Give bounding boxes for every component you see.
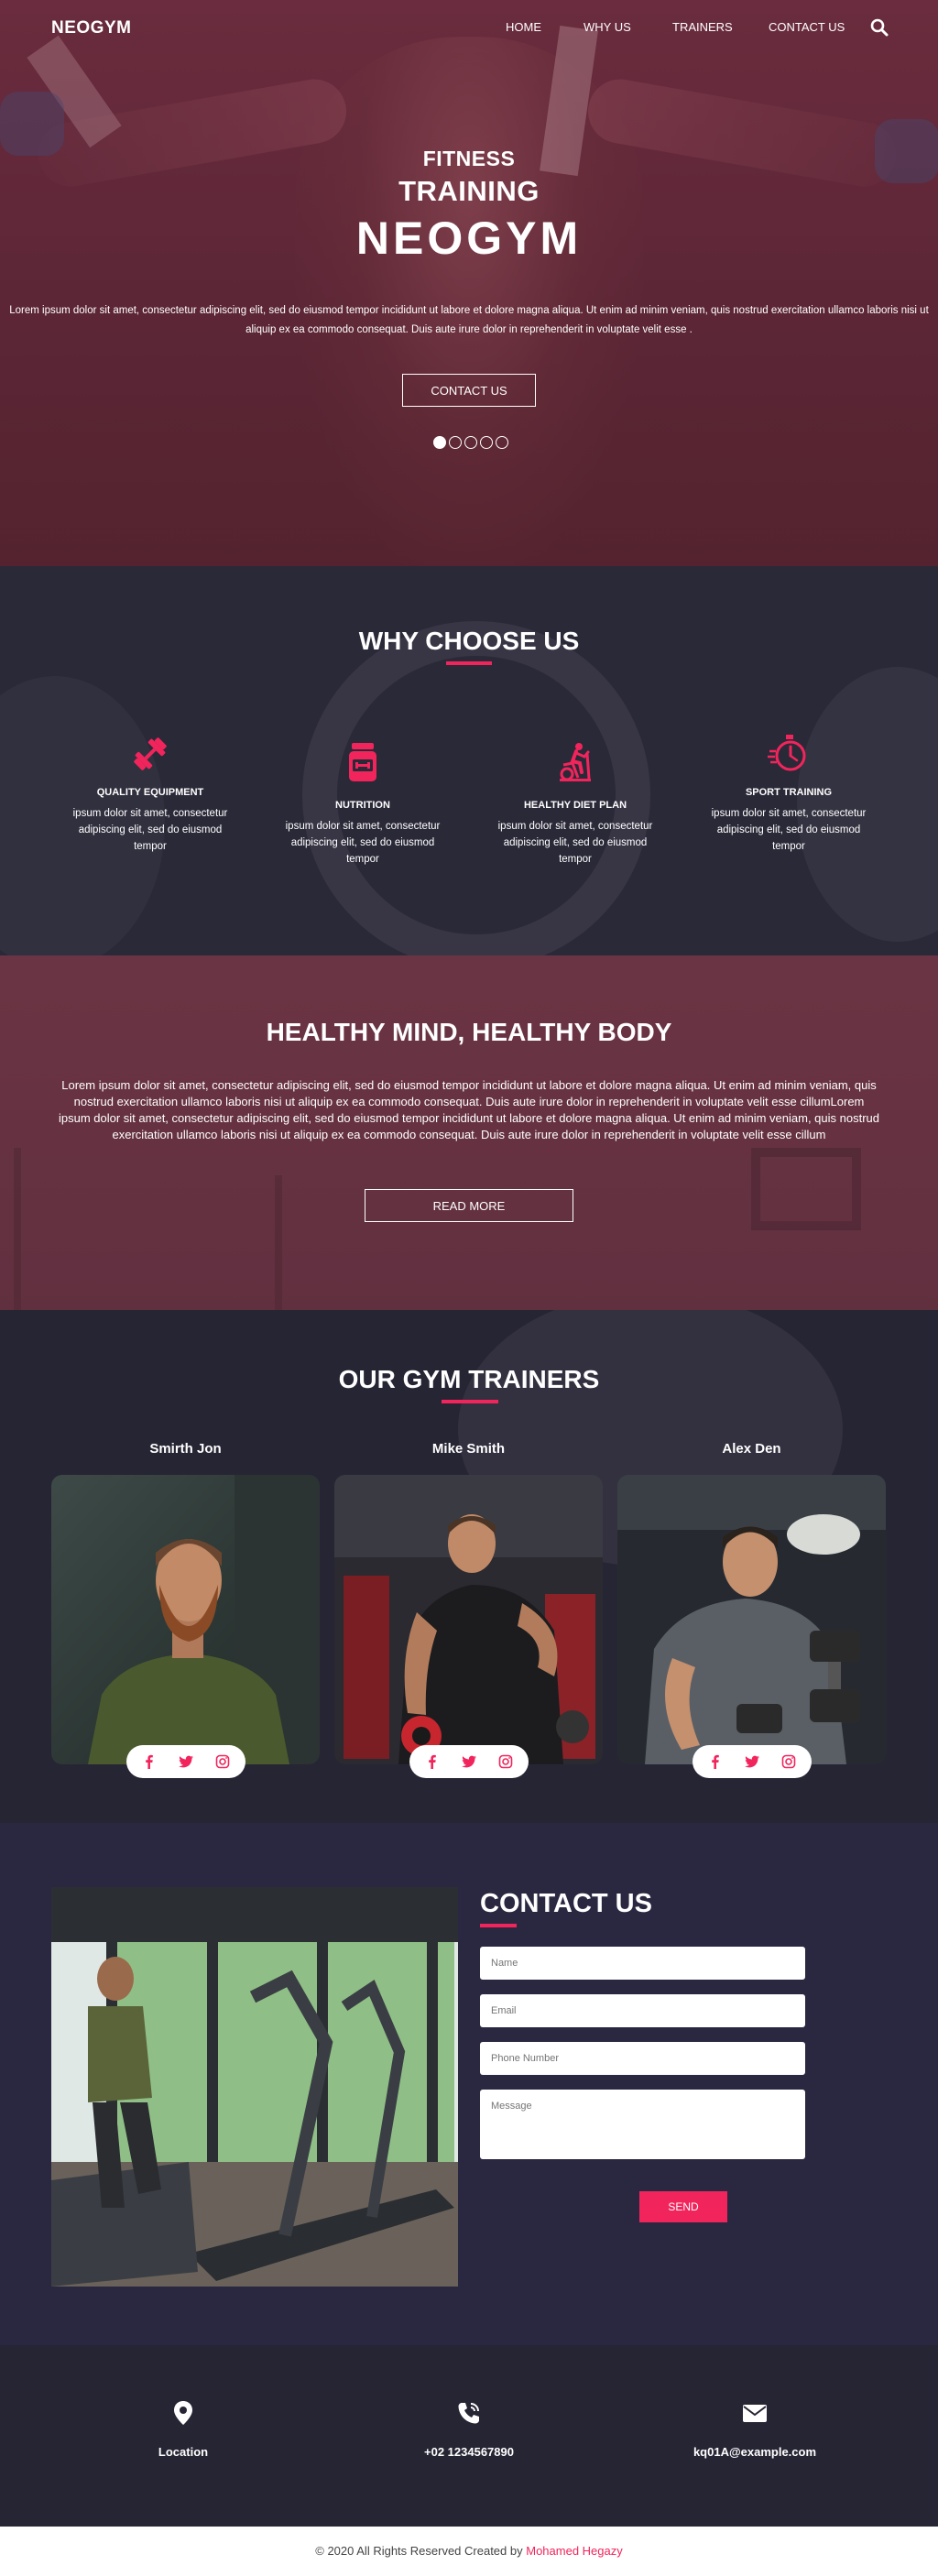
navbar: NEOGYM HOME WHY US TRAINERS CONTACT US bbox=[0, 0, 938, 57]
phone-input[interactable] bbox=[480, 2042, 805, 2075]
message-textarea[interactable] bbox=[480, 2090, 805, 2159]
nav-home[interactable]: HOME bbox=[506, 20, 541, 34]
why-choose-us-section: WHY CHOOSE US QUALITY EQUIPMENT ipsum do… bbox=[0, 566, 938, 955]
healthy-description: Lorem ipsum dolor sit amet, consectetur … bbox=[58, 1078, 880, 1141]
trainer-photo-image bbox=[51, 1475, 320, 1764]
logo[interactable]: NEOGYM bbox=[51, 18, 131, 38]
healthy-mind-section: HEALTHY MIND, HEALTHY BODY Lorem ipsum d… bbox=[0, 955, 938, 1310]
dumbbell-icon bbox=[134, 737, 167, 770]
feature-description: ipsum dolor sit amet, consectetur adipis… bbox=[497, 821, 653, 865]
stopwatch-icon bbox=[768, 735, 806, 771]
twitter-icon[interactable] bbox=[745, 1754, 759, 1769]
info-phone: +02 1234567890 bbox=[354, 2400, 584, 2459]
nav-why-us[interactable]: WHY US bbox=[584, 20, 631, 34]
contact-section: CONTACT US bbox=[0, 1823, 938, 2345]
facebook-icon[interactable] bbox=[425, 1754, 440, 1769]
twitter-icon[interactable] bbox=[462, 1754, 476, 1769]
feature-title: NUTRITION bbox=[335, 800, 390, 811]
title-underline bbox=[480, 1924, 517, 1927]
title-underline bbox=[442, 1400, 498, 1403]
trainers-section: OUR GYM TRAINERS Smirth Jon Mike Smith A… bbox=[0, 1310, 938, 1823]
info-location: Location bbox=[69, 2400, 298, 2459]
hero-section: NEOGYM HOME WHY US TRAINERS CONTACT US F… bbox=[0, 0, 938, 566]
instagram-icon[interactable] bbox=[215, 1754, 230, 1769]
contact-photo bbox=[51, 1887, 458, 2287]
instagram-icon[interactable] bbox=[498, 1754, 513, 1769]
slider-dot-2[interactable] bbox=[449, 436, 462, 449]
trainer-social-bar bbox=[409, 1745, 529, 1778]
contact-title: CONTACT US bbox=[480, 1889, 652, 1918]
trainers-title: OUR GYM TRAINERS bbox=[338, 1365, 600, 1393]
feature-sport-training: SPORT TRAINING ipsum dolor sit amet, con… bbox=[702, 733, 876, 855]
healthy-title: HEALTHY MIND, HEALTHY BODY bbox=[266, 1018, 672, 1046]
feature-title: QUALITY EQUIPMENT bbox=[96, 787, 204, 798]
name-input[interactable] bbox=[480, 1947, 805, 1980]
read-more-button[interactable]: READ MORE bbox=[365, 1189, 573, 1222]
nav-trainers[interactable]: TRAINERS bbox=[672, 20, 733, 34]
feature-title: SPORT TRAINING bbox=[745, 787, 833, 798]
trainer-photo-image bbox=[334, 1475, 603, 1764]
title-underline bbox=[446, 661, 492, 665]
slider-dot-3[interactable] bbox=[464, 436, 477, 449]
feature-healthy-diet-plan: HEALTHY DIET PLAN ipsum dolor sit amet, … bbox=[488, 737, 662, 868]
hero-line-training: TRAINING bbox=[398, 175, 540, 207]
slider-dot-1[interactable] bbox=[433, 436, 446, 449]
phone-call-icon bbox=[458, 2403, 479, 2424]
trainer-photo[interactable] bbox=[51, 1475, 320, 1764]
trainer-name: Smirth Jon bbox=[149, 1441, 222, 1457]
slider-dots bbox=[433, 436, 508, 449]
slider-dot-4[interactable] bbox=[480, 436, 493, 449]
treadmill-image bbox=[51, 1887, 458, 2287]
hero-line-fitness: FITNESS bbox=[422, 147, 516, 170]
hero-contact-button[interactable]: CONTACT US bbox=[402, 374, 536, 407]
info-email: kq01A@example.com bbox=[640, 2400, 869, 2459]
trainer-social-bar bbox=[693, 1745, 812, 1778]
trainer-name: Mike Smith bbox=[431, 1441, 506, 1457]
phone-label[interactable]: +02 1234567890 bbox=[354, 2445, 584, 2459]
feature-nutrition: NUTRITION ipsum dolor sit amet, consecte… bbox=[276, 737, 450, 868]
facebook-icon[interactable] bbox=[708, 1754, 723, 1769]
email-label[interactable]: kq01A@example.com bbox=[640, 2445, 869, 2459]
hero-line-brand: NEOGYM bbox=[355, 213, 583, 264]
feature-description: ipsum dolor sit amet, consectetur adipis… bbox=[711, 808, 867, 852]
location-pin-icon bbox=[174, 2401, 192, 2425]
send-button[interactable]: SEND bbox=[639, 2191, 727, 2222]
exercise-bike-icon bbox=[560, 743, 591, 781]
hero-heading: FITNESS TRAINING NEOGYM bbox=[0, 147, 938, 265]
feature-title: HEALTHY DIET PLAN bbox=[523, 800, 627, 811]
why-title: WHY CHOOSE US bbox=[358, 627, 580, 655]
search-icon[interactable] bbox=[870, 18, 889, 37]
feature-description: ipsum dolor sit amet, consectetur adipis… bbox=[72, 808, 228, 852]
location-label: Location bbox=[158, 2445, 209, 2459]
trainer-social-bar bbox=[126, 1745, 245, 1778]
supplement-jar-icon bbox=[349, 743, 376, 781]
info-section: Location +02 1234567890 kq01A@example.co… bbox=[0, 2345, 938, 2527]
author-link[interactable]: Mohamed Hegazy bbox=[526, 2544, 623, 2558]
copyright-text: © 2020 All Rights Reserved Created by bbox=[315, 2544, 523, 2558]
email-input[interactable] bbox=[480, 1994, 805, 2027]
instagram-icon[interactable] bbox=[781, 1754, 796, 1769]
hero-description: Lorem ipsum dolor sit amet, consectetur … bbox=[9, 305, 929, 335]
trainer-photo[interactable] bbox=[334, 1475, 603, 1764]
facebook-icon[interactable] bbox=[142, 1754, 157, 1769]
copyright-bar: © 2020 All Rights Reserved Created by Mo… bbox=[0, 2527, 938, 2576]
trainer-name: Alex Den bbox=[722, 1441, 781, 1457]
envelope-icon bbox=[743, 2405, 767, 2422]
trainer-photo[interactable] bbox=[617, 1475, 886, 1764]
slider-dot-5[interactable] bbox=[496, 436, 508, 449]
feature-quality-equipment: QUALITY EQUIPMENT ipsum dolor sit amet, … bbox=[63, 733, 237, 855]
trainer-photo-image bbox=[617, 1475, 886, 1764]
nav-contact-us[interactable]: CONTACT US bbox=[769, 20, 845, 34]
twitter-icon[interactable] bbox=[179, 1754, 193, 1769]
feature-description: ipsum dolor sit amet, consectetur adipis… bbox=[285, 821, 441, 865]
